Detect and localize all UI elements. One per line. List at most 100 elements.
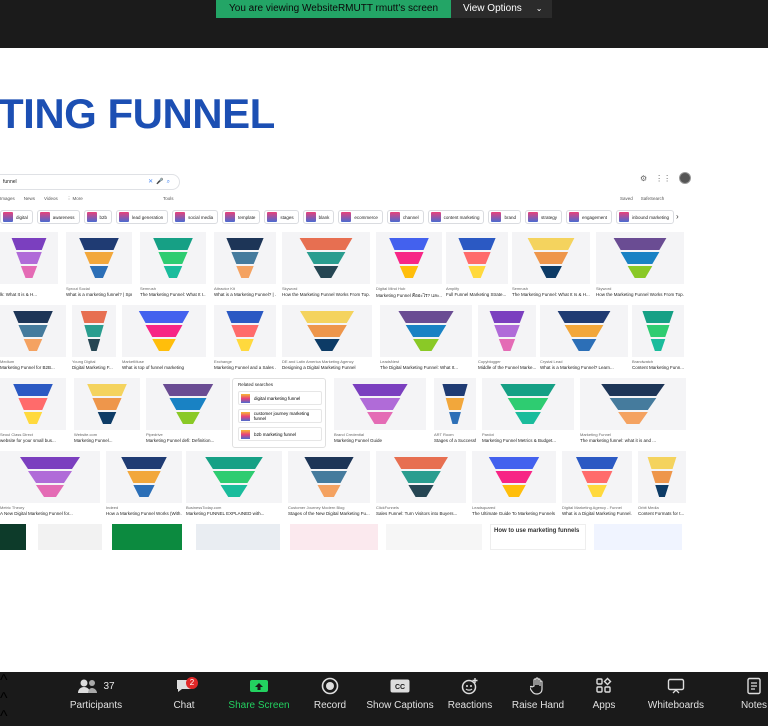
filter-chip[interactable]: brand <box>488 210 521 224</box>
image-result[interactable]: Exchange Marketing Funnel and a Sales ... <box>214 305 276 378</box>
image-result[interactable]: Attractor Kit What is a Marketing Funnel?… <box>214 232 276 305</box>
apps-grid-icon[interactable]: ⋮⋮ <box>655 174 671 183</box>
result-caption[interactable]: What is a marketing funnel? | Spr... <box>66 292 132 297</box>
view-options-button[interactable]: View Options ⌄ <box>451 0 553 18</box>
image-result[interactable]: LeadsNest The Digital Marketing Funnel: W… <box>380 305 472 378</box>
result-caption[interactable]: Content Formats for t... <box>638 511 686 516</box>
result-caption[interactable]: How a Marketing Funnel Works (With... <box>106 511 182 516</box>
result-caption[interactable]: Sales Funnel: Turn Visitors into Buyers.… <box>376 511 466 516</box>
thumbnail[interactable] <box>196 524 280 550</box>
image-result[interactable]: Sprout Social What is a marketing funnel?… <box>66 232 132 305</box>
share-screen-button[interactable]: Share Screen <box>226 672 292 720</box>
result-caption[interactable]: Marketing Funnel defi: Definition... <box>146 438 230 443</box>
image-result[interactable]: Semrush The Marketing Funnel: What It Is … <box>512 232 590 305</box>
filter-chip[interactable]: strategy <box>524 210 562 224</box>
image-result[interactable]: Brand Credential Marketing Funnel Guide <box>334 378 426 451</box>
result-caption[interactable]: Marketing Funnel... <box>74 438 140 443</box>
thumbnail[interactable] <box>482 378 574 430</box>
chat-button[interactable]: Chat 2 <box>162 672 206 720</box>
whiteboards-button[interactable]: Whiteboards <box>646 672 706 720</box>
settings-icon[interactable]: ⚙ <box>640 174 647 183</box>
result-caption[interactable]: Marketing Funnel คืออะไร? และ... <box>376 292 442 299</box>
result-caption[interactable]: The Digital Marketing Funnel: What It... <box>380 365 472 370</box>
image-result[interactable]: ClickFunnels Sales Funnel: Turn Visitors … <box>376 451 466 524</box>
result-caption[interactable]: Marketing Funnel for B2B... <box>0 365 66 370</box>
filter-chip[interactable]: social media <box>172 210 219 224</box>
image-result[interactable]: Orbit Media Content Formats for t... <box>638 451 686 524</box>
result-caption[interactable]: Stages of the New Digital Marketing Fu..… <box>288 511 370 516</box>
thumbnail[interactable] <box>140 232 206 284</box>
thumbnail[interactable] <box>446 232 508 284</box>
image-result[interactable]: Brandwatch Content Marketing Funn... <box>632 305 684 378</box>
result-caption[interactable]: A New Digital Marketing Funnel for... <box>0 511 100 516</box>
thumbnail[interactable] <box>0 232 58 284</box>
thumbnail[interactable] <box>594 524 682 550</box>
thumbnail[interactable] <box>632 305 684 357</box>
result-caption[interactable]: Content Marketing Funn... <box>632 365 684 370</box>
avatar[interactable] <box>679 172 692 184</box>
thumbnail[interactable] <box>282 232 370 284</box>
image-result[interactable]: Seoul Class Direct website for your small… <box>0 378 66 451</box>
thumbnail[interactable] <box>0 451 100 503</box>
filter-chip[interactable]: ecommerce <box>338 210 383 224</box>
thumbnail[interactable] <box>288 451 370 503</box>
thumbnail[interactable] <box>386 524 482 550</box>
result-caption[interactable]: Stages of a Successful... <box>434 438 476 443</box>
thumbnail[interactable] <box>186 451 282 503</box>
image-result[interactable]: lk: What It is & H... <box>0 232 58 305</box>
result-caption[interactable]: Marketing Funnel Metrics & Budget... <box>482 438 574 443</box>
image-result[interactable]: Marketing Funnel The marketing funnel: wh… <box>580 378 686 451</box>
image-result[interactable]: Leadsquared The Ultimate Guide To Marketi… <box>472 451 556 524</box>
result-caption[interactable]: The marketing funnel: what it is and ... <box>580 438 686 443</box>
result-caption[interactable]: Marketing Funnel and a Sales ... <box>214 365 276 370</box>
tab-more[interactable]: ⋮ More <box>67 196 83 202</box>
image-result[interactable]: Customer Journey Modern Blog Stages of th… <box>288 451 370 524</box>
result-caption[interactable]: Full Funnel Marketing Strate... <box>446 292 508 297</box>
thumbnail-text[interactable]: How to use marketing funnels <box>490 524 586 550</box>
image-result[interactable]: Digital Mind Hub Marketing Funnel คืออะไร… <box>376 232 442 305</box>
thumbnail[interactable] <box>580 378 686 430</box>
result-caption[interactable]: What is a Digital Marketing Funnel... <box>562 511 632 516</box>
filter-chip[interactable]: b2b <box>83 210 113 224</box>
thumbnail[interactable] <box>112 524 182 550</box>
thumbnail[interactable] <box>0 524 26 550</box>
result-caption[interactable]: How the Marketing Funnel Works From Top.… <box>596 292 684 297</box>
image-result[interactable]: Digital Marketing Agency - Funnel What is… <box>562 451 632 524</box>
related-search-item[interactable]: b2b marketing funnel <box>238 427 322 441</box>
filter-chip[interactable]: engagement <box>565 210 613 224</box>
record-button[interactable]: Record <box>308 672 352 720</box>
thumbnail[interactable] <box>478 305 536 357</box>
thumbnail[interactable] <box>334 378 426 430</box>
result-caption[interactable]: Middle of the Funnel Marke... <box>478 365 536 370</box>
saved-link[interactable]: Saved <box>620 196 633 201</box>
image-result[interactable]: Metric Theory A New Digital Marketing Fun… <box>0 451 100 524</box>
tab-videos[interactable]: Videos <box>44 196 58 202</box>
apps-button[interactable]: Apps <box>584 672 624 720</box>
filter-chip[interactable]: lead generation <box>116 210 169 224</box>
thumbnail[interactable] <box>376 451 466 503</box>
result-caption[interactable]: How the Marketing Funnel Works From Top.… <box>282 292 370 297</box>
result-caption[interactable]: Digital Marketing F... <box>72 365 116 370</box>
thumbnail[interactable] <box>106 451 182 503</box>
thumbnail[interactable] <box>638 451 686 503</box>
thumbnail[interactable] <box>74 378 140 430</box>
thumbnail[interactable] <box>540 305 628 357</box>
tab-images[interactable]: Images <box>0 196 15 202</box>
thumbnail[interactable] <box>596 232 684 284</box>
image-result[interactable]: Semrush The Marketing Funnel: What It I..… <box>140 232 206 305</box>
image-result[interactable]: BusinessToday.com Marketing FUNNEL EXPLAI… <box>186 451 282 524</box>
filter-chip[interactable]: stages <box>264 210 299 224</box>
image-result[interactable]: Medium Marketing Funnel for B2B... <box>0 305 66 378</box>
image-result[interactable]: Young Digital Digital Marketing F... <box>72 305 116 378</box>
thumbnail[interactable] <box>214 305 276 357</box>
result-caption[interactable]: lk: What It is & H... <box>0 292 58 297</box>
thumbnail[interactable] <box>122 305 206 357</box>
reactions-button[interactable]: Reactions <box>448 672 492 720</box>
result-caption[interactable]: What is top of funnel marketing <box>122 365 206 370</box>
image-result[interactable]: ART RoomStages of a Successful... <box>434 378 476 451</box>
thumbnail[interactable] <box>472 451 556 503</box>
thumbnail[interactable] <box>512 232 590 284</box>
safesearch-link[interactable]: SafeSearch <box>641 196 665 201</box>
image-result[interactable]: Pardot Marketing Funnel Metrics & Budget.… <box>482 378 574 451</box>
image-result[interactable]: MarketMuse What is top of funnel marketin… <box>122 305 206 378</box>
